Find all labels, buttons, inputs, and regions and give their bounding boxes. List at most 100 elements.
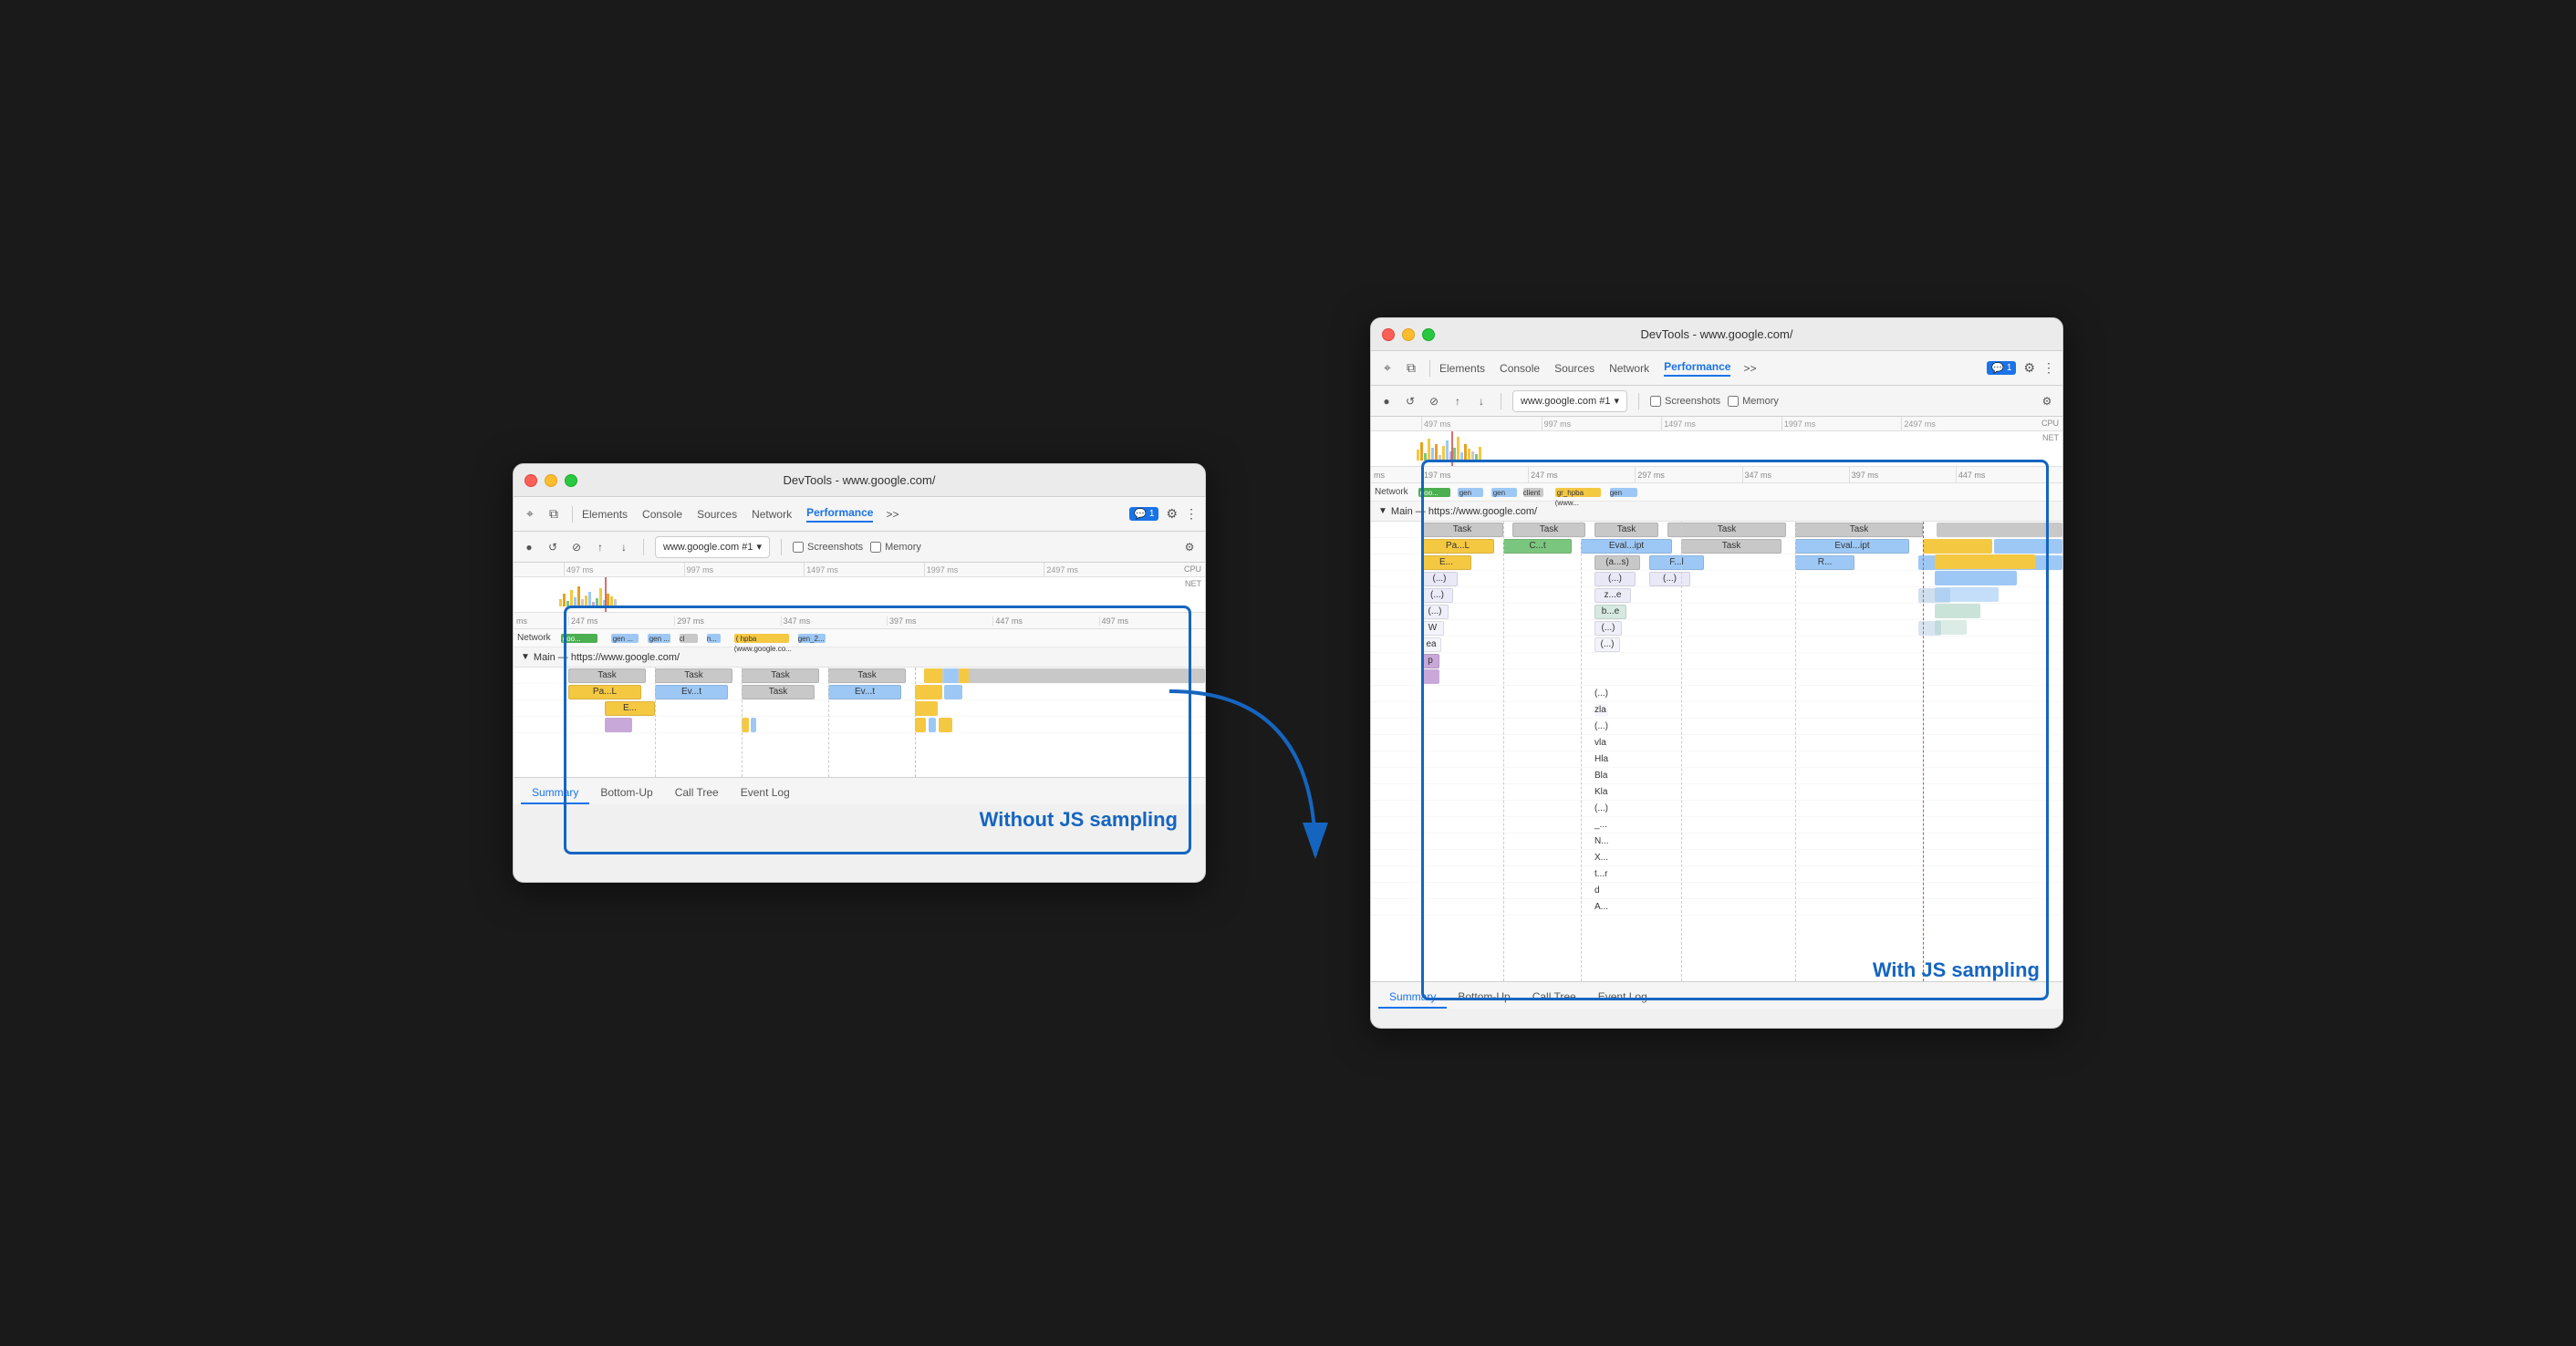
right-url-dropdown[interactable]: ▾ — [1614, 395, 1619, 407]
right-close-button[interactable] — [1382, 328, 1395, 341]
left-screenshots-label: Screenshots — [807, 542, 863, 553]
right-anon-2: (...) — [1594, 572, 1636, 586]
right-r: R... — [1795, 555, 1854, 570]
left-elements-tab[interactable]: Elements — [582, 508, 628, 521]
right-mini-graph: NET — [1371, 431, 2062, 467]
right-tab-summary[interactable]: Summary — [1378, 987, 1447, 1009]
left-upload-icon[interactable]: ↑ — [592, 539, 608, 555]
right-detail-mark-2: 247 ms — [1528, 467, 1635, 482]
right-more-menu-icon[interactable]: ⋮ — [2042, 360, 2055, 376]
right-console-tab[interactable]: Console — [1500, 362, 1540, 375]
right-stop-icon[interactable]: ⊘ — [1426, 393, 1442, 409]
left-download-icon[interactable]: ↓ — [616, 539, 632, 555]
right-eval-ipt1: Eval...ipt — [1581, 539, 1672, 554]
left-cursor-icon[interactable]: ⌖ — [521, 505, 539, 523]
left-detail-mark-2: 297 ms — [674, 616, 780, 626]
right-network-row: Network goo... gen gen client gr_hpba (w… — [1371, 483, 2062, 502]
right-tab-event-log[interactable]: Event Log — [1587, 987, 1658, 1009]
right-label-anon-18: (...) — [1594, 803, 1608, 813]
left-task-1: Task — [568, 668, 646, 683]
left-net-bar-6: ( hpba (www.google.co... — [734, 634, 789, 643]
right-overflow-area — [1935, 522, 2062, 981]
left-reload-icon[interactable]: ↺ — [545, 539, 561, 555]
left-console-tab[interactable]: Console — [642, 508, 682, 521]
right-main-triangle: ▼ — [1378, 506, 1387, 516]
left-screenshots-checkbox[interactable] — [793, 542, 804, 553]
left-capture-settings-icon[interactable]: ⚙ — [1181, 539, 1198, 555]
right-flame-container: Task Task Task Task Task Pa...L C...t Ev… — [1371, 522, 2062, 981]
right-settings-icon[interactable]: ⚙ — [2023, 360, 2035, 376]
left-more-menu-icon[interactable]: ⋮ — [1185, 506, 1198, 522]
right-layers-icon[interactable]: ⧉ — [1402, 359, 1420, 378]
left-cursor-flame — [915, 668, 916, 777]
right-minimize-button[interactable] — [1402, 328, 1415, 341]
right-w: W — [1421, 621, 1444, 636]
right-detail-mark-6: 447 ms — [1956, 467, 2062, 482]
right-anon-row8: (...) — [1594, 637, 1620, 652]
left-maximize-button[interactable] — [565, 474, 577, 487]
right-tab-bottom-up[interactable]: Bottom-Up — [1447, 987, 1521, 1009]
left-record-icon[interactable]: ● — [521, 539, 537, 555]
right-net-bar-2: gen — [1458, 488, 1483, 497]
left-flame-row-4 — [514, 717, 1205, 733]
right-memory-checkbox[interactable] — [1728, 396, 1739, 407]
right-cursor-icon[interactable]: ⌖ — [1378, 359, 1397, 378]
left-url-dropdown[interactable]: ▾ — [756, 541, 762, 553]
left-performance-tab[interactable]: Performance — [806, 506, 873, 523]
left-stop-icon[interactable]: ⊘ — [568, 539, 585, 555]
right-overflow-blue-1 — [1935, 571, 2017, 585]
right-upload-icon[interactable]: ↑ — [1449, 393, 1466, 409]
right-dashed-2 — [1581, 522, 1582, 981]
right-more-tabs[interactable]: >> — [1743, 362, 1756, 375]
left-detail-mark-4: 397 ms — [887, 616, 992, 626]
left-close-button[interactable] — [525, 474, 537, 487]
right-ruler-mark-2: 997 ms — [1542, 417, 1662, 430]
right-dashed-4 — [1795, 522, 1796, 981]
right-cpu-bars — [1417, 435, 1481, 461]
left-parse-l: Pa...L — [568, 685, 641, 699]
left-tab-event-log[interactable]: Event Log — [730, 782, 801, 804]
left-perf-sep1 — [643, 539, 644, 555]
right-elements-tab[interactable]: Elements — [1439, 362, 1485, 375]
right-maximize-button[interactable] — [1422, 328, 1435, 341]
left-more-tabs[interactable]: >> — [886, 508, 898, 521]
right-record-icon[interactable]: ● — [1378, 393, 1395, 409]
right-e-row3: E... — [1421, 555, 1471, 570]
right-screenshots-checkbox[interactable] — [1650, 396, 1661, 407]
left-network-tab[interactable]: Network — [752, 508, 792, 521]
left-detail-mark-3: 347 ms — [781, 616, 887, 626]
right-label-vla: vla — [1594, 738, 1606, 748]
right-title-bar: DevTools - www.google.com/ — [1371, 318, 2062, 351]
right-main-title: Main — https://www.google.com/ — [1391, 506, 1537, 517]
right-capture-settings-icon[interactable]: ⚙ — [2039, 393, 2055, 409]
left-cursor-line — [605, 577, 607, 613]
right-main-header: ▼ Main — https://www.google.com/ — [1371, 502, 2062, 522]
right-timeline-overview: 497 ms 997 ms 1497 ms 1997 ms 2497 ms CP… — [1371, 417, 2062, 467]
left-tab-bottom-up[interactable]: Bottom-Up — [589, 782, 663, 804]
right-reload-icon[interactable]: ↺ — [1402, 393, 1418, 409]
right-network-tab[interactable]: Network — [1609, 362, 1649, 375]
left-tabs-bar: Summary Bottom-Up Call Tree Event Log — [514, 777, 1205, 804]
left-settings-icon[interactable]: ⚙ — [1166, 506, 1178, 522]
left-sources-tab[interactable]: Sources — [697, 508, 737, 521]
left-net-bar-5: n... — [707, 634, 721, 643]
right-z-e: z...e — [1594, 588, 1631, 603]
right-url-bar[interactable]: www.google.com #1 ▾ — [1512, 390, 1627, 412]
left-task-sub: Task — [742, 685, 815, 699]
right-main-content: ms 197 ms 247 ms 297 ms 347 ms 397 ms 44… — [1371, 467, 2062, 981]
left-minimize-button[interactable] — [545, 474, 557, 487]
left-ruler-mark-5: 2497 ms — [1044, 563, 1164, 576]
right-download-icon[interactable]: ↓ — [1473, 393, 1490, 409]
left-layers-icon[interactable]: ⧉ — [545, 505, 563, 523]
right-performance-tab[interactable]: Performance — [1664, 360, 1730, 377]
left-tab-call-tree[interactable]: Call Tree — [664, 782, 730, 804]
left-memory-checkbox[interactable] — [870, 542, 881, 553]
right-tab-call-tree[interactable]: Call Tree — [1522, 987, 1587, 1009]
left-url-bar[interactable]: www.google.com #1 ▾ — [655, 536, 770, 558]
left-net-bar-3: gen ... — [648, 634, 670, 643]
left-net-bar-2: gen ... — [611, 634, 639, 643]
right-net-bar-5: gr_hpba (www... — [1555, 488, 1601, 497]
left-tab-summary[interactable]: Summary — [521, 782, 589, 804]
right-sources-tab[interactable]: Sources — [1554, 362, 1594, 375]
right-net-bar-1: goo... — [1418, 488, 1450, 497]
